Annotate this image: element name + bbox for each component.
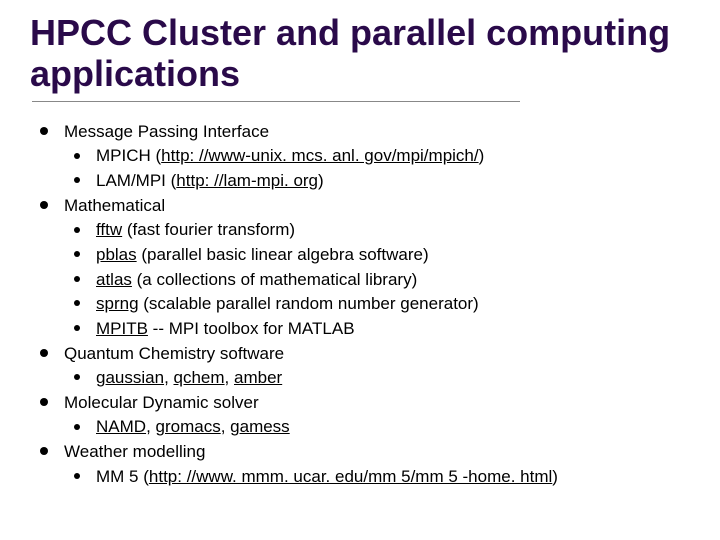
sub-list-item: MPICH (http: //www-unix. mcs. anl. gov/m… [74, 144, 690, 169]
sub-list: fftw (fast fourier transform)pblas (para… [74, 218, 690, 341]
sub-list: NAMD, gromacs, gamess [74, 415, 690, 440]
list-item-label: Molecular Dynamic solver [64, 393, 259, 412]
sub-list: gaussian, qchem, amber [74, 366, 690, 391]
sub-list-item: pblas (parallel basic linear algebra sof… [74, 243, 690, 268]
sub-list-item: MPITB -- MPI toolbox for MATLAB [74, 317, 690, 342]
slide: HPCC Cluster and parallel computing appl… [0, 0, 720, 540]
list-item-label: Mathematical [64, 196, 165, 215]
list-item-label: Weather modelling [64, 442, 205, 461]
sub-list-item: MM 5 (http: //www. mmm. ucar. edu/mm 5/m… [74, 465, 690, 490]
list-item: Quantum Chemistry software gaussian, qche… [40, 342, 690, 391]
list-item: Mathematical fftw (fast fourier transform… [40, 194, 690, 342]
list-item: Molecular Dynamic solver NAMD, gromacs, g… [40, 391, 690, 440]
sub-list-item: sprng (scalable parallel random number g… [74, 292, 690, 317]
list-item: Weather modelling MM 5 (http: //www. mmm.… [40, 440, 690, 489]
sub-list-item: LAM/MPI (http: //lam-mpi. org) [74, 169, 690, 194]
sub-list-item: gaussian, qchem, amber [74, 366, 690, 391]
slide-title: HPCC Cluster and parallel computing appl… [30, 12, 690, 95]
sub-list-item: atlas (a collections of mathematical lib… [74, 268, 690, 293]
sub-list-item: NAMD, gromacs, gamess [74, 415, 690, 440]
bullet-list: Message Passing Interface MPICH (http: //… [40, 120, 690, 490]
list-item-label: Quantum Chemistry software [64, 344, 284, 363]
sub-list: MM 5 (http: //www. mmm. ucar. edu/mm 5/m… [74, 465, 690, 490]
list-item: Message Passing Interface MPICH (http: //… [40, 120, 690, 194]
title-underline [32, 101, 520, 102]
sub-list: MPICH (http: //www-unix. mcs. anl. gov/m… [74, 144, 690, 193]
sub-list-item: fftw (fast fourier transform) [74, 218, 690, 243]
list-item-label: Message Passing Interface [64, 122, 269, 141]
